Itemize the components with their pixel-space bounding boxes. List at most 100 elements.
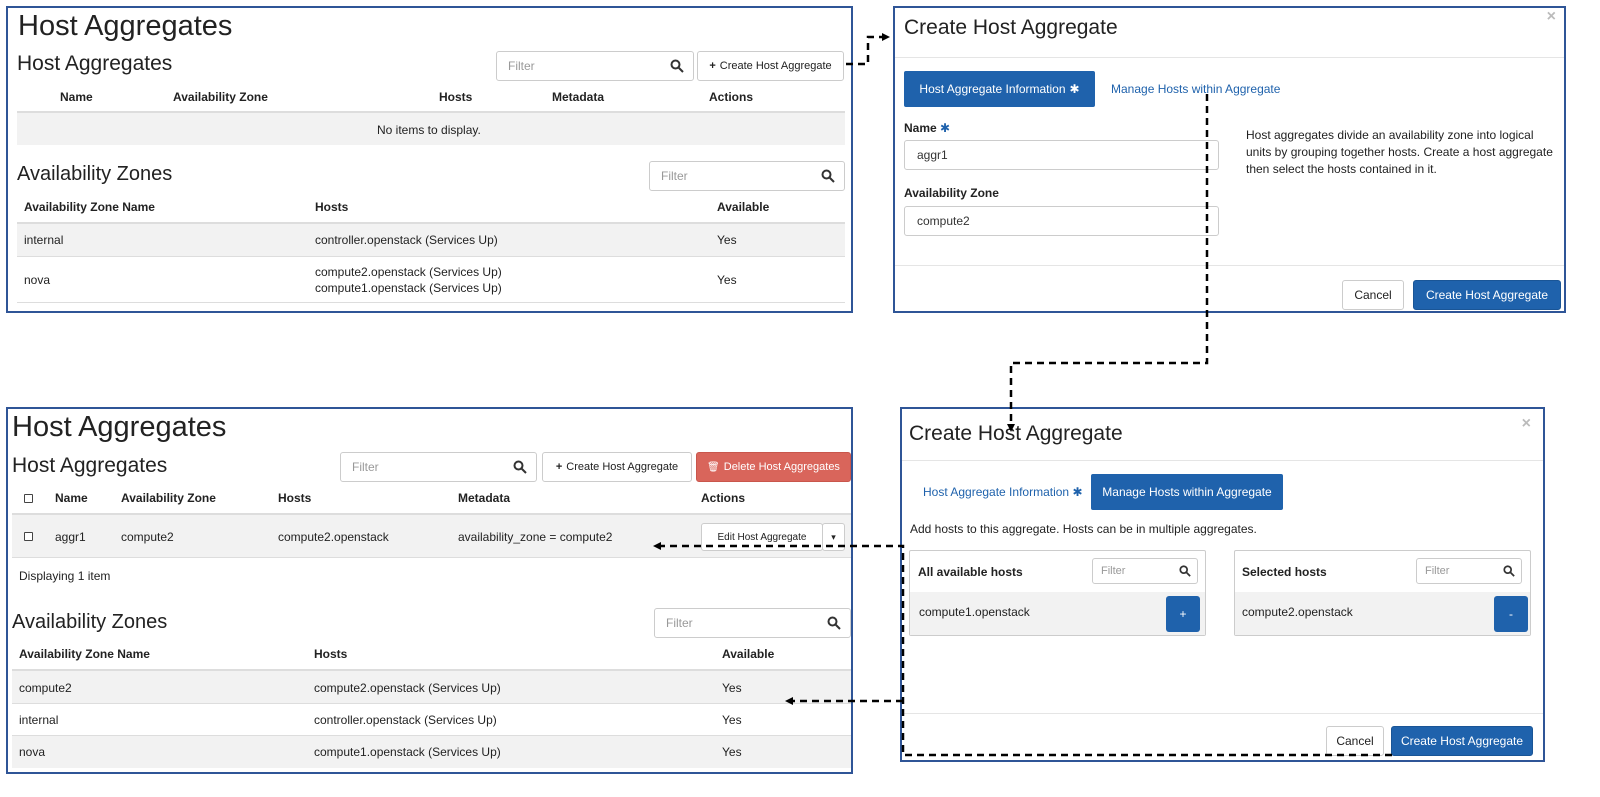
help-line: Host aggregates divide an availability z… bbox=[1246, 128, 1534, 142]
col-az-available[interactable]: Available bbox=[722, 647, 774, 661]
empty-message: No items to display. bbox=[377, 123, 481, 137]
aggregate-az-cell: compute2 bbox=[121, 530, 174, 544]
col-hosts[interactable]: Hosts bbox=[278, 491, 311, 505]
aggregates-filter-input[interactable]: Filter bbox=[496, 51, 694, 81]
delete-host-aggregates-button[interactable]: 🗑 Delete Host Aggregates bbox=[696, 452, 851, 482]
filter-placeholder: Filter bbox=[666, 616, 693, 630]
modal-title: Create Host Aggregate bbox=[909, 422, 1123, 445]
selected-hosts-filter[interactable]: Filter bbox=[1416, 558, 1522, 584]
col-actions: Actions bbox=[701, 491, 746, 505]
name-input[interactable]: aggr1 bbox=[904, 140, 1219, 170]
col-hosts[interactable]: Hosts bbox=[439, 90, 472, 104]
az-name-cell: compute2 bbox=[19, 681, 72, 695]
availability-zone-input[interactable]: compute2 bbox=[904, 206, 1219, 236]
modal-header-divider bbox=[902, 460, 1543, 461]
availability-zones-title: Availability Zones bbox=[12, 611, 168, 633]
remove-host-button[interactable]: - bbox=[1494, 596, 1528, 632]
az-name-cell: internal bbox=[24, 233, 64, 247]
aggregate-metadata-cell: availability_zone = compute2 bbox=[458, 530, 613, 544]
add-host-button[interactable]: + bbox=[1166, 596, 1200, 632]
az-hosts-cell: controller.openstack (Services Up) bbox=[314, 713, 497, 727]
az-name-cell: nova bbox=[24, 273, 51, 287]
filter-placeholder: Filter bbox=[1101, 565, 1126, 577]
row-divider bbox=[17, 256, 845, 257]
col-az-name[interactable]: Availability Zone Name bbox=[24, 200, 155, 214]
az-name-cell: internal bbox=[19, 713, 59, 727]
modal-footer-divider bbox=[895, 265, 1564, 266]
tab-manage-hosts[interactable]: Manage Hosts within Aggregate bbox=[1091, 474, 1283, 510]
az-hosts-cell: compute2.openstack (Services Up) bbox=[315, 265, 502, 279]
az-available-cell: Yes bbox=[722, 745, 742, 759]
page-title: Host Aggregates bbox=[18, 10, 233, 42]
col-az-hosts[interactable]: Hosts bbox=[314, 647, 347, 661]
col-availability-zone[interactable]: Availability Zone bbox=[121, 491, 216, 505]
tab-host-aggregate-information[interactable]: Host Aggregate Information ✱ bbox=[904, 71, 1095, 107]
search-icon[interactable] bbox=[670, 59, 684, 73]
search-icon[interactable] bbox=[513, 460, 527, 474]
table-footer: Displaying 1 item bbox=[19, 569, 111, 583]
host-aggregates-panel-populated: Host Aggregates Host Aggregates Filter +… bbox=[6, 407, 853, 774]
selected-host-name: compute2.openstack bbox=[1242, 605, 1353, 619]
col-availability-zone[interactable]: Availability Zone bbox=[173, 90, 268, 104]
modal-footer-divider bbox=[902, 713, 1543, 714]
host-aggregates-panel-empty: Host Aggregates Host Aggregates Filter +… bbox=[6, 6, 853, 313]
available-hosts-title: All available hosts bbox=[918, 565, 1023, 579]
create-aggregate-modal-hosts: Create Host Aggregate × Host Aggregate I… bbox=[900, 407, 1545, 762]
minus-icon: - bbox=[1509, 607, 1513, 621]
col-az-available[interactable]: Available bbox=[717, 200, 769, 214]
selected-hosts-title: Selected hosts bbox=[1242, 565, 1327, 579]
close-icon[interactable]: × bbox=[1522, 415, 1531, 433]
tab-manage-hosts[interactable]: Manage Hosts within Aggregate bbox=[1111, 82, 1280, 96]
aggregates-filter-input[interactable]: Filter bbox=[340, 452, 537, 482]
availability-zone-label: Availability Zone bbox=[904, 186, 999, 200]
filter-placeholder: Filter bbox=[352, 460, 379, 474]
create-host-aggregate-button[interactable]: + Create Host Aggregate bbox=[697, 51, 844, 81]
search-icon[interactable] bbox=[1179, 565, 1191, 577]
col-metadata[interactable]: Metadata bbox=[458, 491, 510, 505]
create-host-aggregate-submit-button[interactable]: Create Host Aggregate bbox=[1413, 280, 1561, 310]
col-actions: Actions bbox=[709, 90, 754, 104]
az-available-cell: Yes bbox=[717, 233, 737, 247]
az-hosts-cell: compute2.openstack (Services Up) bbox=[314, 681, 501, 695]
az-filter-input[interactable]: Filter bbox=[649, 161, 845, 191]
col-az-hosts[interactable]: Hosts bbox=[315, 200, 348, 214]
az-hosts-cell: compute1.openstack (Services Up) bbox=[314, 745, 501, 759]
row-actions-dropdown[interactable]: ▾ bbox=[822, 523, 845, 551]
search-icon[interactable] bbox=[821, 169, 835, 183]
create-host-aggregate-submit-button[interactable]: Create Host Aggregate bbox=[1391, 726, 1533, 756]
required-asterisk-icon: ✱ bbox=[940, 121, 951, 135]
row-checkbox[interactable] bbox=[24, 532, 33, 541]
plus-icon: + bbox=[1179, 607, 1187, 621]
az-available-cell: Yes bbox=[722, 713, 742, 727]
search-icon[interactable] bbox=[827, 616, 841, 630]
aggregate-name-cell: aggr1 bbox=[55, 530, 86, 544]
cancel-button[interactable]: Cancel bbox=[1326, 726, 1384, 756]
select-all-checkbox[interactable] bbox=[24, 494, 33, 503]
row-divider bbox=[12, 703, 851, 704]
az-filter-input[interactable]: Filter bbox=[654, 608, 851, 638]
create-host-aggregate-button[interactable]: + Create Host Aggregate bbox=[542, 452, 692, 482]
create-aggregate-modal-info: Create Host Aggregate × Host Aggregate I… bbox=[893, 6, 1566, 313]
available-hosts-filter[interactable]: Filter bbox=[1092, 558, 1198, 584]
required-asterisk-icon: ✱ bbox=[1072, 485, 1083, 499]
close-icon[interactable]: × bbox=[1547, 8, 1556, 26]
available-host-name: compute1.openstack bbox=[919, 605, 1030, 619]
aggregate-hosts-cell: compute2.openstack bbox=[278, 530, 389, 544]
tab-host-aggregate-information[interactable]: Host Aggregate Information ✱ bbox=[923, 485, 1083, 499]
col-az-name[interactable]: Availability Zone Name bbox=[19, 647, 150, 661]
col-metadata[interactable]: Metadata bbox=[552, 90, 604, 104]
edit-host-aggregate-button[interactable]: Edit Host Aggregate bbox=[701, 523, 823, 551]
search-icon[interactable] bbox=[1503, 565, 1515, 577]
name-label-text: Name bbox=[904, 121, 937, 135]
az-hosts-cell: compute1.openstack (Services Up) bbox=[315, 281, 502, 295]
help-text: Host aggregates divide an availability z… bbox=[1246, 127, 1553, 178]
col-name[interactable]: Name bbox=[55, 491, 88, 505]
cancel-button[interactable]: Cancel bbox=[1342, 280, 1404, 310]
section-title: Host Aggregates bbox=[12, 454, 168, 477]
page-title: Host Aggregates bbox=[12, 411, 227, 443]
create-button-label: Create Host Aggregate bbox=[566, 461, 679, 473]
name-label: Name ✱ bbox=[904, 121, 950, 135]
delete-button-label: Delete Host Aggregates bbox=[723, 461, 840, 473]
availability-zones-title: Availability Zones bbox=[17, 163, 173, 185]
col-name[interactable]: Name bbox=[60, 90, 93, 104]
